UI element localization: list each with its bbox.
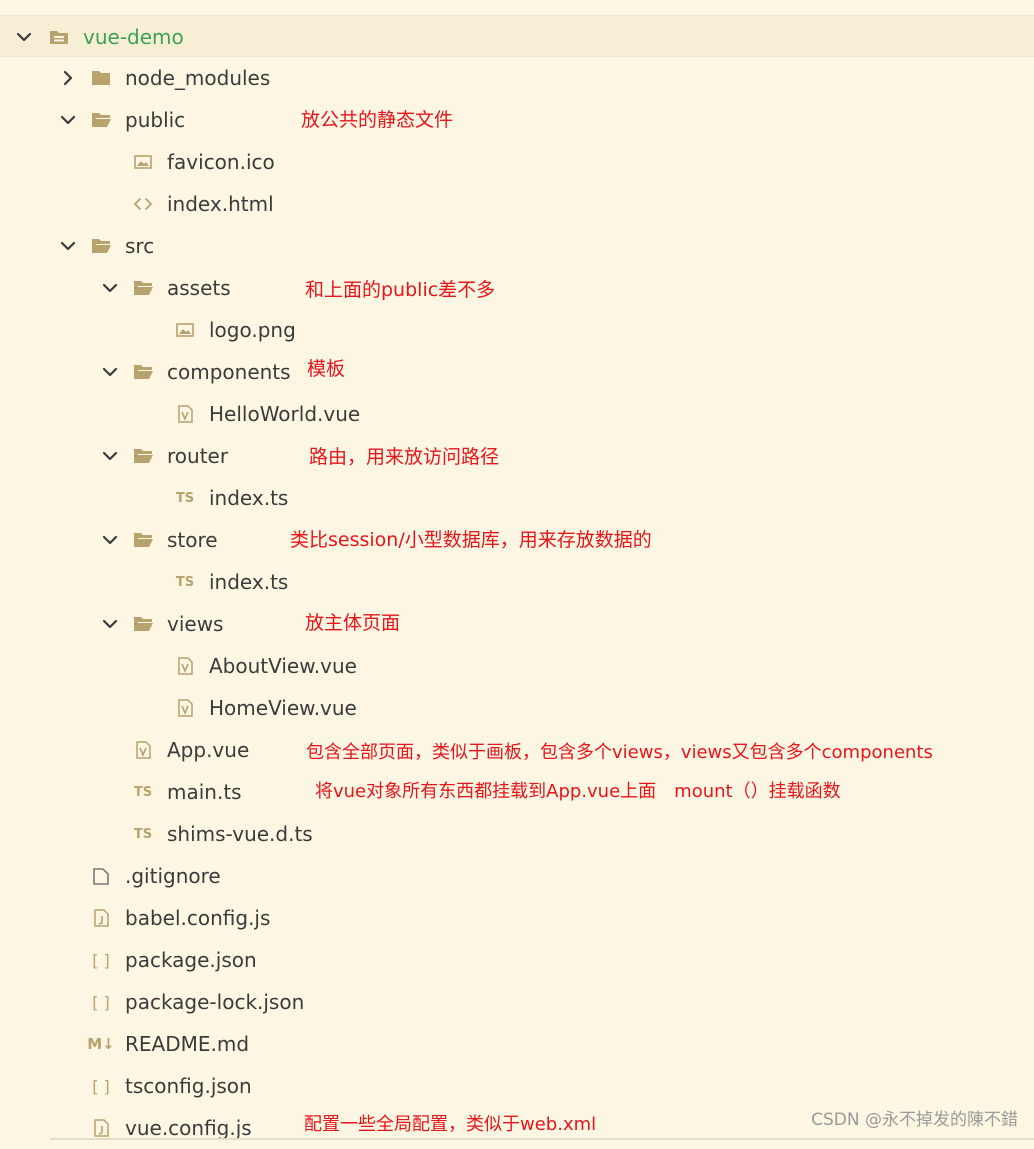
json-file-icon: [ ] <box>92 1076 110 1096</box>
tree-row-router-index[interactable]: TS index.ts <box>0 477 1034 519</box>
tree-label-main-ts: main.ts <box>167 780 242 804</box>
tree-row-package-lock[interactable]: [ ] package-lock.json <box>0 981 1034 1023</box>
tree-label-router: router <box>167 444 229 468</box>
vue-file-icon <box>173 645 197 687</box>
annotation-vue-config: 配置一些全局配置，类似于web.xml <box>304 1114 597 1135</box>
annotation-app-vue: 包含全部页面，类似于画板，包含多个views，views又包含多个compone… <box>306 742 933 763</box>
tree-label-shims: shims-vue.d.ts <box>167 822 313 846</box>
vue-file-icon <box>173 687 197 729</box>
chevron-down-icon[interactable] <box>98 267 122 309</box>
folder-open-icon <box>131 519 155 561</box>
tree-row-tsconfig[interactable]: [ ] tsconfig.json <box>0 1065 1034 1107</box>
folder-open-icon <box>89 99 113 141</box>
tree-row-router[interactable]: router <box>0 435 1034 477</box>
chevron-down-icon[interactable] <box>98 519 122 561</box>
tree-label-tsconfig: tsconfig.json <box>125 1074 252 1098</box>
tree-label-store: store <box>167 528 218 552</box>
tree-label-logo: logo.png <box>209 318 296 342</box>
chevron-down-icon[interactable] <box>98 603 122 645</box>
typescript-file-icon: TS <box>133 826 153 842</box>
tree-row-public[interactable]: public <box>0 99 1034 141</box>
tree-label-app-vue: App.vue <box>167 738 250 762</box>
folder-open-icon <box>131 435 155 477</box>
chevron-down-icon[interactable] <box>98 351 122 393</box>
tree-label-vue-demo: vue-demo <box>83 25 184 49</box>
annotation-components: 模板 <box>307 358 346 380</box>
tree-label-package-json: package.json <box>125 948 257 972</box>
tree-label-components: components <box>167 360 291 384</box>
chevron-down-icon[interactable] <box>56 225 80 267</box>
tree-row-babel[interactable]: babel.config.js <box>0 897 1034 939</box>
tree-label-package-lock: package-lock.json <box>125 990 305 1014</box>
vue-file-icon <box>131 729 155 771</box>
markdown-file-icon: M↓ <box>87 1035 115 1053</box>
code-file-icon <box>131 183 155 225</box>
tree-label-vue-config: vue.config.js <box>125 1116 252 1140</box>
annotation-store: 类比session/小型数据库，用来存放数据的 <box>290 529 652 551</box>
tree-row-shims[interactable]: TS shims-vue.d.ts <box>0 813 1034 855</box>
tree-label-assets: assets <box>167 276 231 300</box>
folder-closed-icon <box>89 57 113 99</box>
folder-open-icon <box>89 225 113 267</box>
folder-root-icon <box>47 16 71 58</box>
tree-row-logo[interactable]: logo.png <box>0 309 1034 351</box>
tree-row-views[interactable]: views <box>0 603 1034 645</box>
image-file-icon <box>173 309 197 351</box>
annotation-main-ts: 将vue对象所有东西都挂载到App.vue上面 mount（）挂载函数 <box>315 781 841 802</box>
file-explorer-tree: vue-demo node_modules public favicon.ico… <box>0 0 1034 1140</box>
tree-label-router-index: index.ts <box>209 486 289 510</box>
tree-label-node-modules: node_modules <box>125 66 271 90</box>
tree-row-node-modules[interactable]: node_modules <box>0 57 1034 99</box>
tree-row-store-index[interactable]: TS index.ts <box>0 561 1034 603</box>
tree-label-babel: babel.config.js <box>125 906 271 930</box>
tree-row-index-html[interactable]: index.html <box>0 183 1034 225</box>
tree-label-public: public <box>125 108 186 132</box>
tree-label-readme: README.md <box>125 1032 250 1056</box>
tree-row-src[interactable]: src <box>0 225 1034 267</box>
tree-row-readme[interactable]: M↓ README.md <box>0 1023 1034 1065</box>
tree-label-src: src <box>125 234 155 258</box>
tree-label-homeview: HomeView.vue <box>209 696 357 720</box>
tree-row-assets[interactable]: assets <box>0 267 1034 309</box>
tree-row-vue-demo[interactable]: vue-demo <box>0 15 1034 57</box>
tree-row-components[interactable]: components <box>0 351 1034 393</box>
folder-open-icon <box>131 267 155 309</box>
tree-label-index-html: index.html <box>167 192 274 216</box>
file-icon <box>89 855 113 897</box>
chevron-right-icon[interactable] <box>56 57 80 99</box>
vue-file-icon <box>173 393 197 435</box>
tree-label-views: views <box>167 612 224 636</box>
chevron-down-icon[interactable] <box>56 99 80 141</box>
tree-label-store-index: index.ts <box>209 570 289 594</box>
typescript-file-icon: TS <box>175 490 195 506</box>
tree-label-favicon: favicon.ico <box>167 150 275 174</box>
typescript-file-icon: TS <box>175 574 195 590</box>
annotation-assets: 和上面的public差不多 <box>305 279 496 301</box>
tree-label-helloworld: HelloWorld.vue <box>209 402 361 426</box>
tree-row-gitignore[interactable]: .gitignore <box>0 855 1034 897</box>
folder-open-icon <box>131 351 155 393</box>
json-file-icon: [ ] <box>92 950 110 970</box>
annotation-views: 放主体页面 <box>305 612 401 634</box>
chevron-down-icon[interactable] <box>98 435 122 477</box>
watermark: CSDN @永不掉发的陳不錯 <box>811 1110 1018 1130</box>
typescript-file-icon: TS <box>133 784 153 800</box>
tree-row-aboutview[interactable]: AboutView.vue <box>0 645 1034 687</box>
tree-row-favicon[interactable]: favicon.ico <box>0 141 1034 183</box>
tree-row-homeview[interactable]: HomeView.vue <box>0 687 1034 729</box>
tree-label-aboutview: AboutView.vue <box>209 654 357 678</box>
tree-row-helloworld[interactable]: HelloWorld.vue <box>0 393 1034 435</box>
json-file-icon: [ ] <box>92 992 110 1012</box>
annotation-router: 路由，用来放访问路径 <box>309 446 500 468</box>
image-file-icon <box>131 141 155 183</box>
annotation-public: 放公共的静态文件 <box>301 109 454 131</box>
tree-row-package-json[interactable]: [ ] package.json <box>0 939 1034 981</box>
js-file-icon <box>89 897 113 939</box>
chevron-down-icon[interactable] <box>12 16 36 58</box>
js-file-icon <box>89 1107 113 1149</box>
folder-open-icon <box>131 603 155 645</box>
tree-label-gitignore: .gitignore <box>125 864 221 888</box>
